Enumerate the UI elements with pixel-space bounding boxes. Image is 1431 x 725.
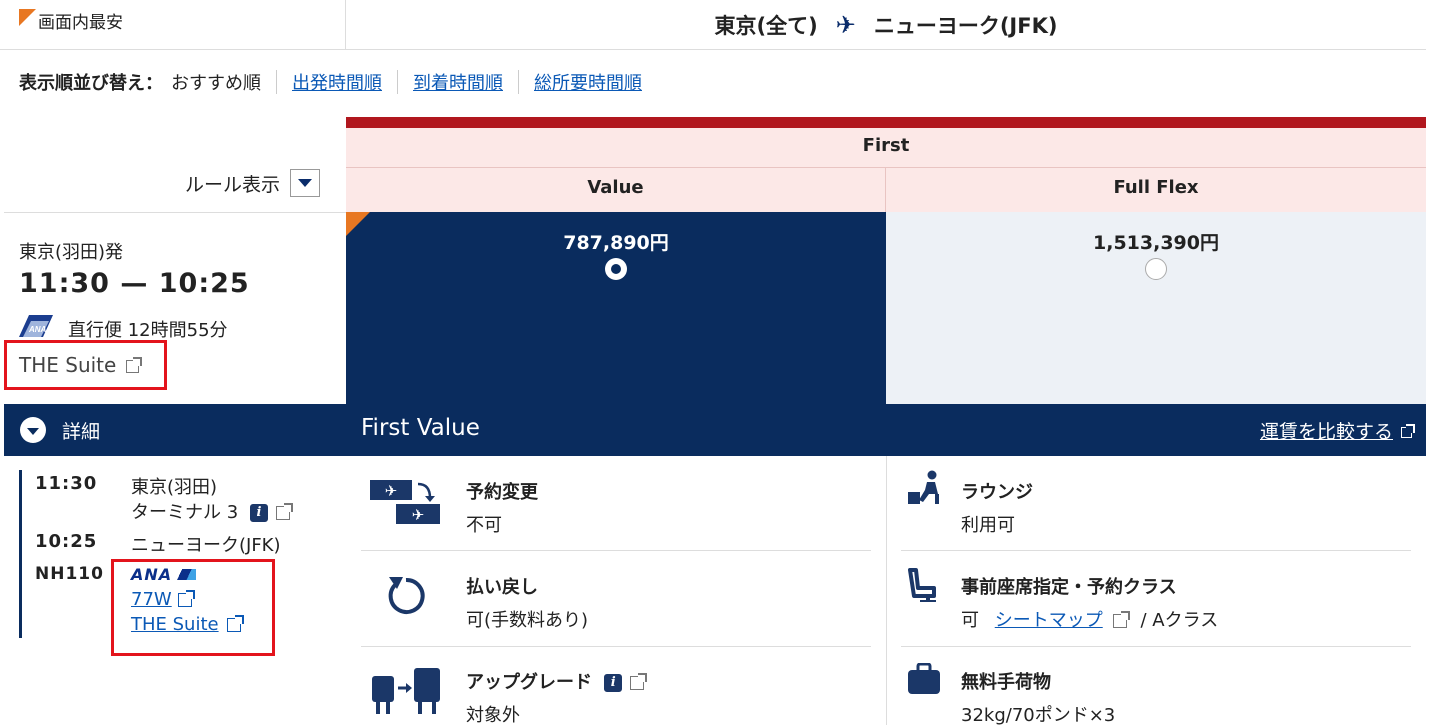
baggage-icon	[908, 663, 940, 694]
ana-logo: ANA	[131, 565, 197, 584]
divider	[901, 550, 1411, 551]
ana-logo-stripe	[174, 569, 197, 580]
external-link-icon	[126, 357, 143, 373]
details-label: 詳細	[62, 420, 101, 443]
flight-duration: 直行便 12時間55分	[68, 320, 228, 341]
baggage-title: 無料手荷物	[961, 672, 1051, 693]
booking-class: / Aクラス	[1140, 610, 1219, 631]
sort-label: 表示順並び替え：	[19, 73, 163, 94]
flight-times: 11:30 — 10:25	[19, 268, 250, 299]
fare-column-full-flex: Full Flex	[886, 168, 1426, 212]
chevron-down-icon[interactable]	[290, 169, 321, 197]
external-link-icon[interactable]	[1112, 611, 1130, 628]
upgrade-title-text: アップグレード	[466, 672, 592, 693]
lounge-value: 利用可	[961, 515, 1015, 536]
external-link-icon[interactable]	[275, 503, 293, 520]
external-link-icon	[177, 590, 195, 607]
sort-option-arrival[interactable]: 到着時間順	[413, 69, 503, 95]
svg-text:ANA: ANA	[28, 325, 47, 334]
sort-option-recommended: おすすめ順	[171, 73, 261, 94]
upgrade-icon	[372, 668, 440, 714]
seat-product-link-detail[interactable]: THE Suite	[131, 614, 244, 635]
airline-logo-text: ANA	[131, 565, 173, 584]
refund-value: 可(手数料あり)	[466, 610, 589, 631]
divider	[518, 70, 519, 94]
departure-terminal: ターミナル 3 i	[131, 498, 293, 524]
departure-airport: 東京(羽田)	[131, 477, 218, 498]
sort-option-duration[interactable]: 総所要時間順	[534, 69, 642, 95]
fare-radio-value[interactable]	[605, 258, 627, 280]
seat-product-link[interactable]: THE Suite	[19, 353, 143, 377]
external-link-icon	[1401, 424, 1415, 438]
terminal-label: ターミナル 3	[131, 502, 239, 523]
aircraft-link[interactable]: 77W	[131, 589, 195, 610]
cheapest-label: 画面内最安	[38, 13, 123, 33]
info-icon[interactable]: i	[604, 674, 623, 692]
divider	[901, 646, 1411, 647]
lounge-icon	[908, 470, 939, 504]
fare-cell-full-flex[interactable]: 1,513,390円	[886, 212, 1426, 404]
external-link-icon	[226, 615, 244, 632]
rules-label: ルール表示	[185, 173, 281, 196]
divider	[276, 70, 277, 94]
cheapest-badge-area: 画面内最安	[0, 0, 346, 50]
compare-fares-link[interactable]: 運賃を比較する	[1259, 417, 1415, 444]
svg-text:✈: ✈	[385, 482, 398, 500]
fare-column-value: Value	[346, 168, 886, 212]
lounge-title: ラウンジ	[961, 482, 1033, 503]
price-full-flex: 1,513,390円	[1093, 232, 1219, 254]
seat-value: 可 シートマップ / Aクラス	[961, 606, 1218, 632]
details-toggle[interactable]: 詳細	[4, 404, 346, 456]
fare-detail-header: First Value 運賃を比較する	[346, 404, 1426, 456]
sort-bar: 表示順並び替え： おすすめ順 出発時間順 到着時間順 総所要時間順	[19, 68, 642, 96]
baggage-value: 32kg/70ポンド×3	[961, 705, 1116, 725]
fare-radio-full-flex[interactable]	[1145, 258, 1167, 280]
change-value: 不可	[466, 515, 502, 536]
timeline-line	[19, 470, 22, 638]
refund-icon	[388, 577, 425, 614]
divider	[397, 70, 398, 94]
chevron-down-icon	[20, 417, 46, 443]
departure-label: 東京(羽田)発	[19, 242, 124, 263]
cabin-color-bar	[346, 117, 1426, 128]
upgrade-title: アップグレード i	[466, 668, 648, 694]
seatmap-link[interactable]: シートマップ	[995, 610, 1103, 631]
price-value: 787,890円	[563, 232, 669, 254]
sort-option-departure[interactable]: 出発時間順	[292, 69, 382, 95]
fare-detail-title: First Value	[361, 415, 480, 441]
seat-product-label: THE Suite	[131, 614, 219, 635]
svg-text:✈: ✈	[412, 506, 425, 524]
aircraft-label: 77W	[131, 589, 172, 610]
fare-cell-value[interactable]: 787,890円	[346, 212, 886, 404]
change-title: 予約変更	[466, 482, 538, 503]
flight-number: NH110	[35, 564, 104, 584]
cabin-header: First	[346, 128, 1426, 168]
external-link-icon[interactable]	[630, 673, 648, 690]
seat-icon	[908, 568, 936, 602]
refund-title: 払い戻し	[466, 577, 538, 598]
seat-product-label: THE Suite	[19, 353, 117, 377]
arrival-time: 10:25	[35, 531, 98, 552]
change-flight-icon: ✈ ✈	[370, 480, 440, 524]
divider	[886, 456, 887, 725]
upgrade-value: 対象外	[466, 705, 520, 725]
seat-value-prefix: 可	[961, 610, 979, 631]
rules-toggle[interactable]: ルール表示	[185, 169, 321, 197]
arrival-airport: ニューヨーク(JFK)	[131, 535, 281, 556]
ana-tail-icon: ANA	[19, 315, 53, 337]
divider	[361, 550, 871, 551]
cheapest-flag-icon	[19, 9, 36, 26]
destination-label: ニューヨーク(JFK)	[873, 13, 1058, 38]
seat-title: 事前座席指定・予約クラス	[961, 577, 1177, 598]
route-title: 東京(全て) ✈ ニューヨーク(JFK)	[346, 0, 1426, 50]
divider	[361, 646, 871, 647]
compare-fares-label: 運賃を比較する	[1259, 421, 1393, 443]
airplane-icon: ✈	[835, 10, 856, 39]
departure-time: 11:30	[35, 473, 98, 494]
info-icon[interactable]: i	[249, 504, 268, 522]
origin-label: 東京(全て)	[714, 13, 818, 38]
